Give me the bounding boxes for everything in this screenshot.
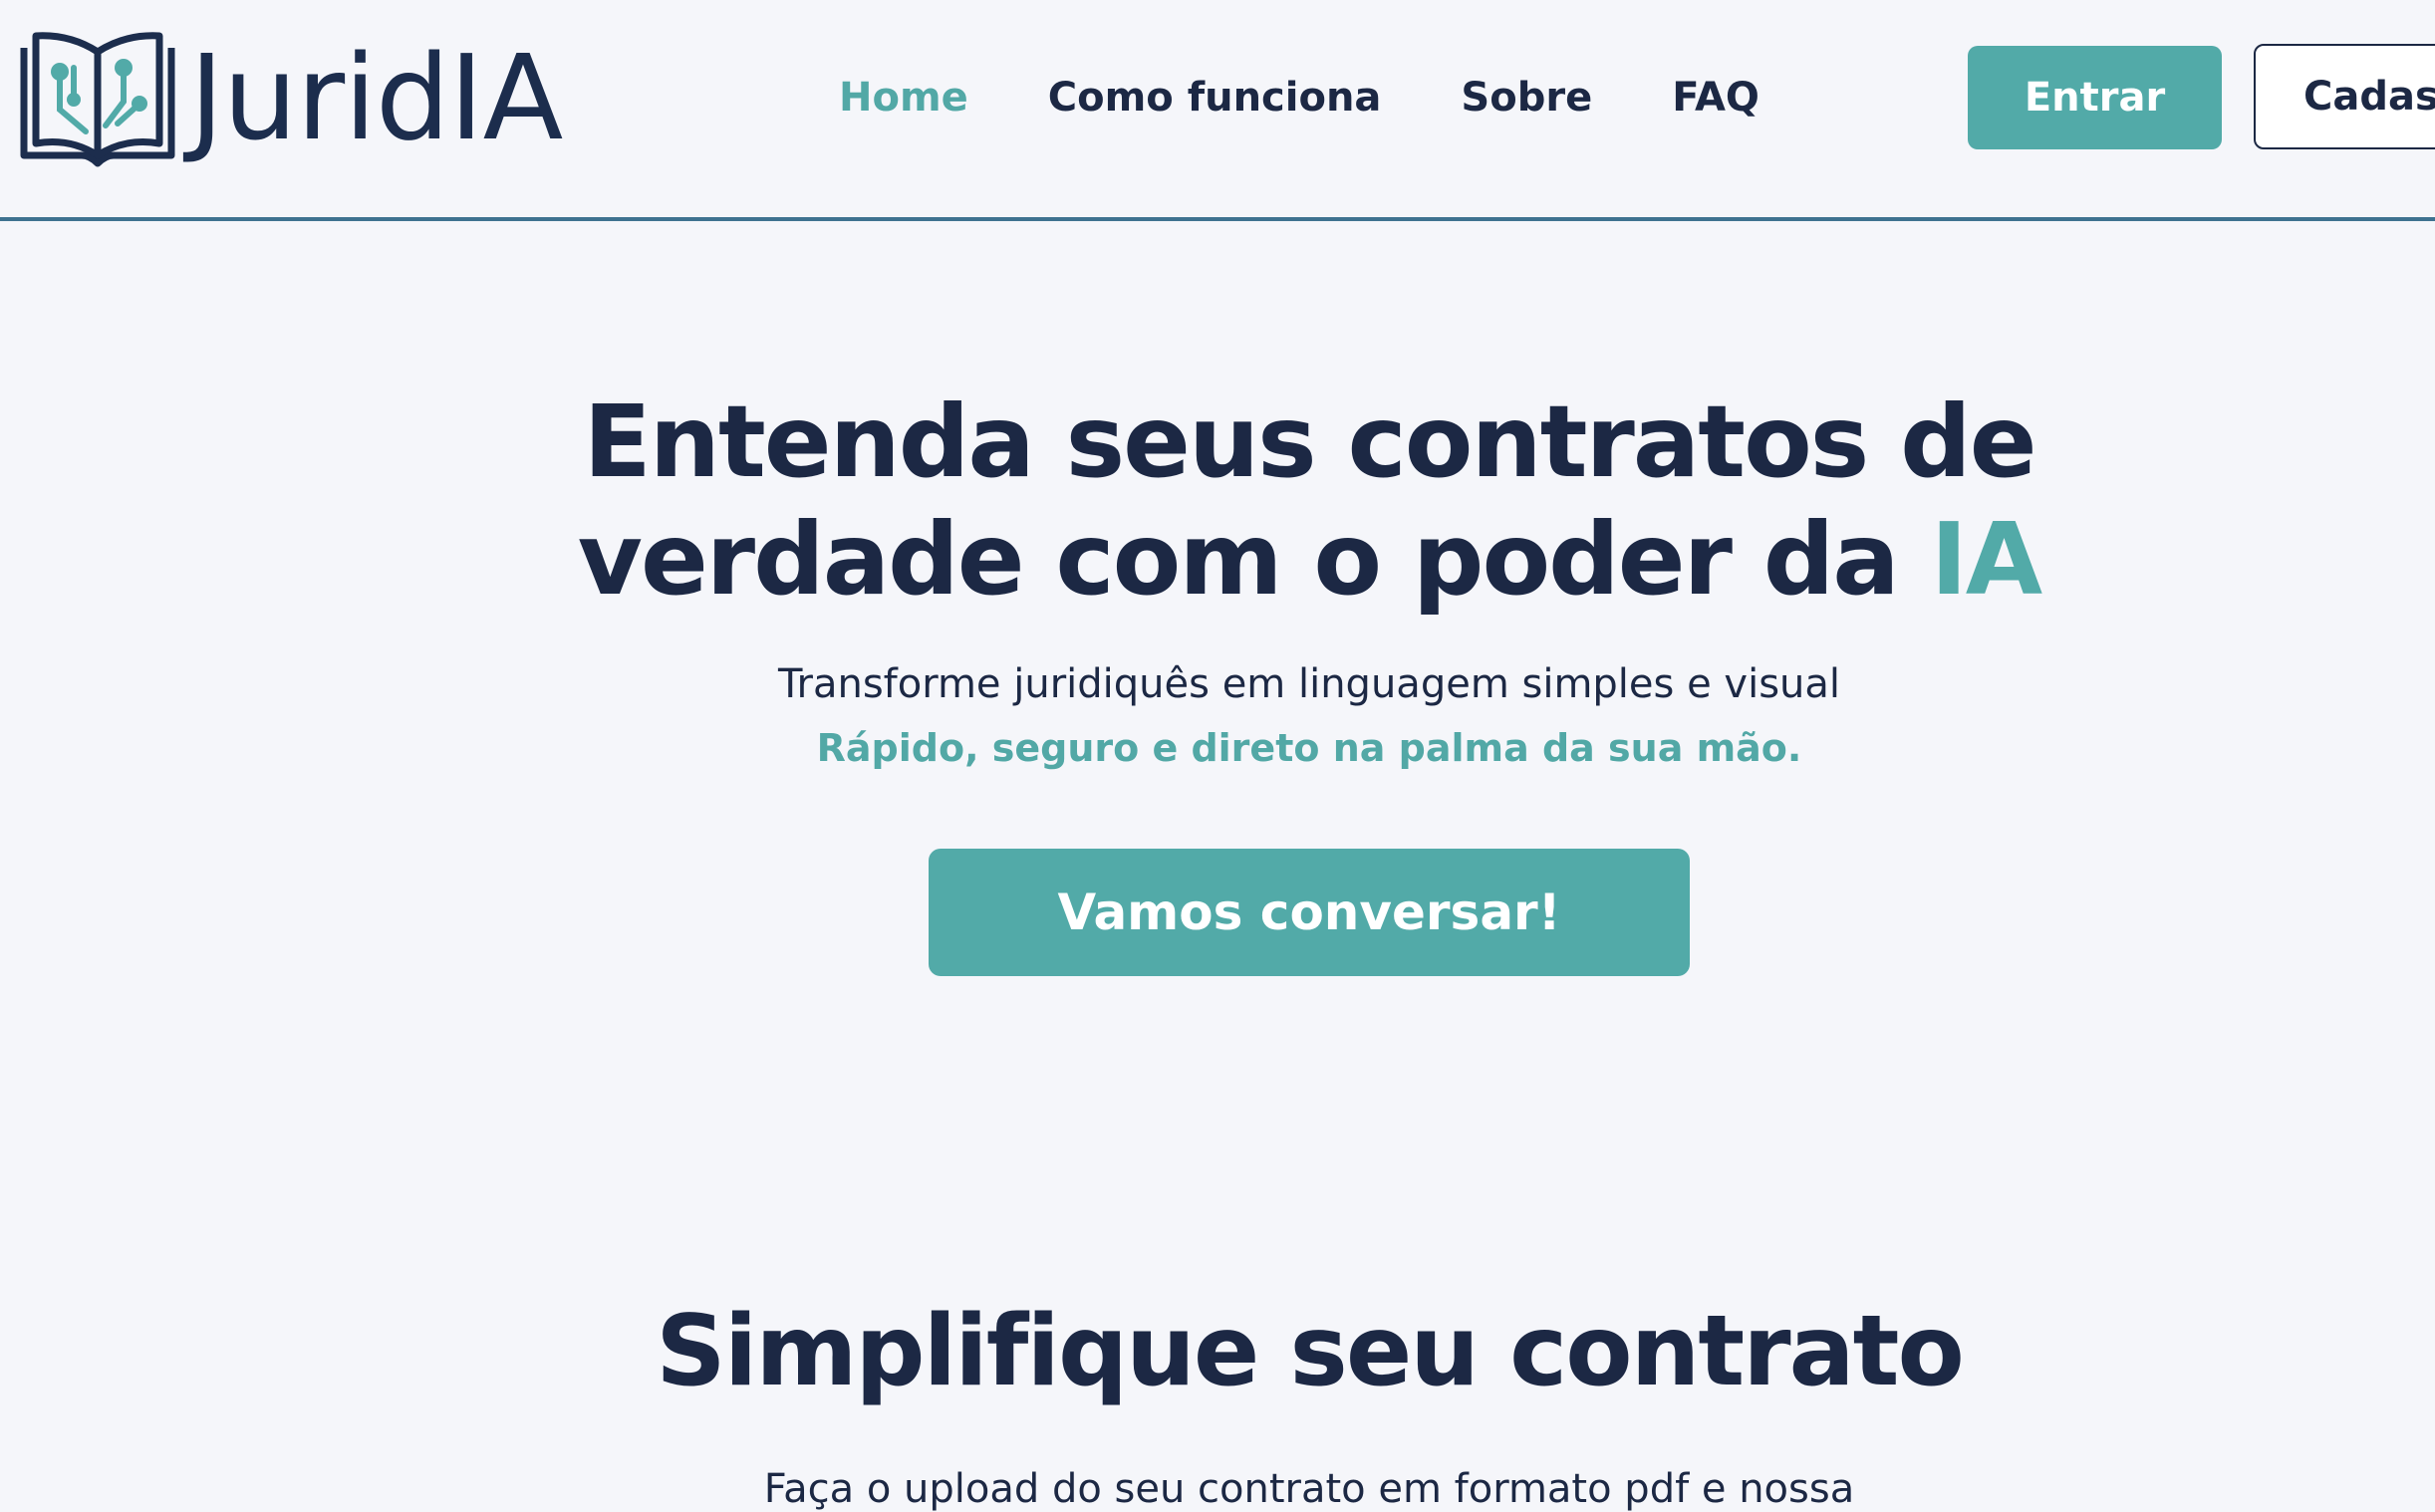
brand-name: JuridIA bbox=[189, 29, 563, 166]
nav-link-como-funciona[interactable]: Como funciona bbox=[1048, 75, 1382, 121]
nav-link-sobre[interactable]: Sobre bbox=[1461, 75, 1592, 121]
hero-title-line2: verdade com o poder da bbox=[577, 501, 1931, 618]
open-book-circuit-icon bbox=[20, 32, 175, 167]
nav-link-home[interactable]: Home bbox=[839, 75, 968, 121]
hero-title-line1: Entenda seus contratos de bbox=[583, 383, 2036, 500]
signup-button[interactable]: Cadastrar bbox=[2254, 44, 2435, 149]
section-text-upload: Faça o upload do seu contrato em formato… bbox=[763, 1466, 1855, 1512]
hero-title: Entenda seus contratos de verdade com o … bbox=[0, 383, 2435, 619]
cta-button[interactable]: Vamos conversar! bbox=[929, 849, 1690, 976]
login-button[interactable]: Entrar bbox=[1968, 46, 2222, 149]
hero-title-accent: IA bbox=[1930, 501, 2043, 618]
hero-tagline: Rápido, seguro e direto na palma da sua … bbox=[816, 726, 1802, 770]
section-title-simplifique: Simplifique seu contrato bbox=[656, 1295, 1965, 1408]
hero-subtitle: Transforme juridiquês em linguagem simpl… bbox=[777, 661, 1841, 707]
nav-link-faq[interactable]: FAQ bbox=[1672, 75, 1759, 121]
navbar: JuridIA Home Como funciona Sobre FAQ Ent… bbox=[0, 0, 2435, 221]
brand-logo[interactable]: JuridIA bbox=[20, 24, 563, 171]
main-nav: Home Como funciona Sobre FAQ bbox=[839, 70, 1839, 126]
